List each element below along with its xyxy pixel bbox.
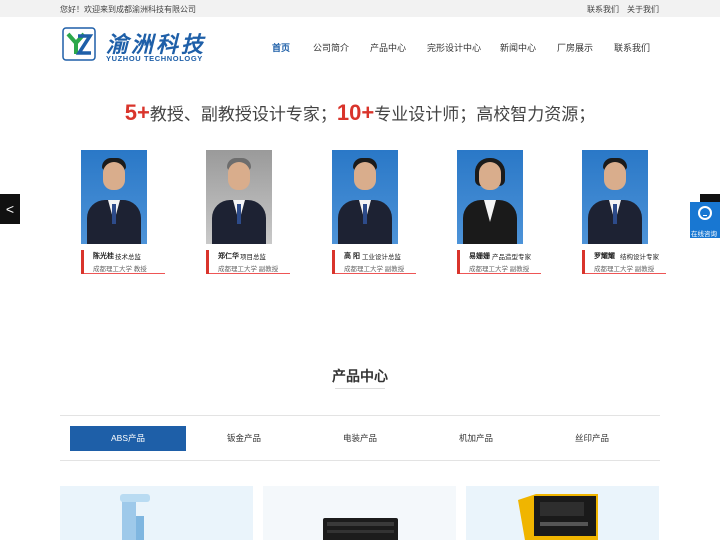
product-image	[323, 518, 398, 540]
expert-title: 结构设计专家	[620, 254, 659, 261]
carousel-prev-button[interactable]: <	[0, 194, 20, 224]
expert-name: 陈光桂	[93, 253, 114, 260]
expert-org: 成都理工大学 副教授	[594, 266, 655, 273]
tab-sheet-metal[interactable]: 钣金产品	[186, 426, 302, 451]
expert-name: 高 阳	[344, 253, 360, 260]
logo[interactable]: 渝洲科技 YUZHOU TECHNOLOGY	[62, 25, 212, 67]
logo-english-text: YUZHOU TECHNOLOGY	[106, 54, 203, 63]
tab-abs[interactable]: ABS产品	[70, 426, 186, 451]
expert-card[interactable]: 陈光桂 技术总监 成都理工大学 教授	[81, 150, 165, 280]
nav-company-intro[interactable]: 公司简介	[313, 41, 349, 54]
slogan-number-2: 10+	[336, 100, 375, 125]
expert-card[interactable]: 罗耀耀 结构设计专家 成都理工大学 副教授	[582, 150, 666, 280]
expert-card[interactable]: 郑仁华 项目总监 成都理工大学 副教授	[206, 150, 290, 280]
expert-photo	[332, 150, 398, 244]
product-image	[518, 494, 598, 540]
site-header: 渝洲科技 YUZHOU TECHNOLOGY 首页 公司简介 产品中心 完形设计…	[0, 17, 720, 75]
expert-photo	[582, 150, 648, 244]
top-contact-link[interactable]: 联系我们	[587, 4, 619, 15]
product-card[interactable]	[466, 486, 659, 540]
expert-title: 工业设计总监	[362, 254, 401, 261]
expert-photo	[206, 150, 272, 244]
chat-bubble-icon	[698, 206, 712, 220]
expert-title: 技术总监	[115, 254, 141, 261]
slogan-number-1: 5+	[124, 100, 150, 125]
top-about-link[interactable]: 关于我们	[627, 4, 659, 15]
product-card[interactable]	[60, 486, 253, 540]
welcome-text: 您好！欢迎来到成都渝洲科技有限公司	[60, 5, 196, 14]
logo-mark-icon	[62, 27, 96, 61]
tab-electrical[interactable]: 电装产品	[302, 426, 418, 451]
nav-home[interactable]: 首页	[272, 41, 290, 54]
expert-photo	[457, 150, 523, 244]
nav-products[interactable]: 产品中心	[370, 41, 406, 54]
expert-title: 项目总监	[240, 254, 266, 261]
tab-machining[interactable]: 机加产品	[418, 426, 534, 451]
expert-org: 成都理工大学 副教授	[218, 266, 279, 273]
slogan-text-1: 教授、副教授设计专家；	[149, 105, 337, 124]
expert-name: 罗耀耀	[594, 253, 615, 260]
expert-photo	[81, 150, 147, 244]
slogan-text-2: 专业设计师；高校智力资源；	[374, 105, 596, 124]
expert-org: 成都理工大学 副教授	[344, 266, 405, 273]
tab-silkscreen[interactable]: 丝印产品	[534, 426, 650, 451]
nav-news[interactable]: 新闻中心	[500, 41, 536, 54]
expert-name: 郑仁华	[218, 253, 239, 260]
expert-org: 成都理工大学 副教授	[469, 266, 530, 273]
product-card[interactable]	[263, 486, 456, 540]
nav-contact[interactable]: 联系我们	[614, 41, 650, 54]
nav-design-center[interactable]: 完形设计中心	[427, 41, 481, 54]
product-image	[120, 494, 150, 540]
online-consult-button[interactable]: 在线咨询	[690, 202, 720, 238]
online-consult-label: 在线咨询	[691, 231, 717, 238]
expert-title: 产品造型专家	[492, 254, 531, 261]
expert-card[interactable]: 高 阳 工业设计总监 成都理工大学 副教授	[332, 150, 416, 280]
expert-name: 易姗姗	[469, 253, 490, 260]
expert-org: 成都理工大学 教授	[93, 266, 147, 273]
expert-card[interactable]: 易姗姗 产品造型专家 成都理工大学 副教授	[457, 150, 541, 280]
experts-slogan: 5+教授、副教授设计专家；10+专业设计师；高校智力资源；	[0, 100, 720, 126]
product-center-title: 产品中心	[332, 368, 388, 384]
top-bar: 您好！欢迎来到成都渝洲科技有限公司 联系我们 关于我们	[0, 0, 720, 17]
product-tabs: ABS产品 钣金产品 电装产品 机加产品 丝印产品	[60, 415, 660, 461]
title-divider	[335, 388, 385, 389]
nav-factory[interactable]: 厂房展示	[557, 41, 593, 54]
